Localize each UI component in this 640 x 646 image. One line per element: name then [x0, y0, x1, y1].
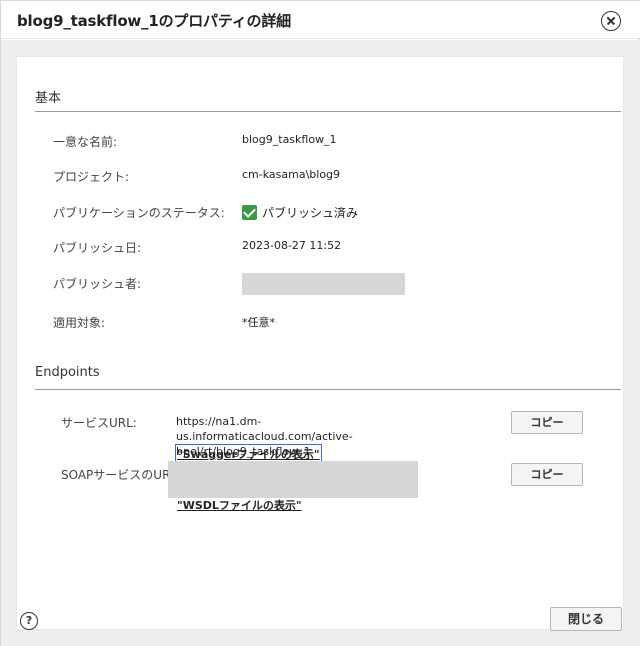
applies-to-label: 適用対象: — [53, 316, 106, 330]
close-icon[interactable] — [601, 11, 621, 31]
help-icon[interactable]: ? — [20, 612, 38, 630]
applies-to-value: *任意* — [242, 316, 275, 329]
copy-soap-url-button[interactable]: コピー — [511, 463, 583, 486]
section-title-endpoints: Endpoints — [35, 365, 100, 380]
publisher-redacted — [242, 273, 405, 295]
publisher-label: パブリッシュ者: — [53, 277, 142, 291]
publication-status-label: パブリケーションのステータス: — [53, 206, 225, 220]
section-divider — [35, 111, 621, 112]
project-label: プロジェクト: — [53, 170, 130, 184]
publication-status-value: パブリッシュ済み — [262, 206, 359, 220]
swagger-link[interactable]: "Swaggerファイルの表示" — [175, 444, 322, 464]
properties-dialog: blog9_taskflow_1のプロパティの詳細 基本 一意な名前: blog… — [0, 0, 640, 646]
soap-url-label: SOAPサービスのURL: — [61, 468, 182, 482]
section-title-basic: 基本 — [35, 91, 62, 106]
soap-url-redacted — [168, 461, 418, 498]
dialog-body: 基本 一意な名前: blog9_taskflow_1 プロジェクト: cm-ka… — [1, 40, 640, 646]
close-button[interactable]: 閉じる — [550, 607, 622, 631]
copy-service-url-button[interactable]: コピー — [511, 411, 583, 434]
published-date-label: パブリッシュ日: — [53, 241, 142, 255]
unique-name-label: 一意な名前: — [53, 135, 118, 149]
dialog-title: blog9_taskflow_1のプロパティの詳細 — [17, 12, 291, 30]
published-date-value: 2023-08-27 11:52 — [242, 239, 342, 252]
project-value: cm-kasama\blog9 — [242, 168, 341, 181]
dialog-header: blog9_taskflow_1のプロパティの詳細 — [1, 1, 640, 39]
section-divider — [35, 389, 621, 390]
service-url-label: サービスURL: — [61, 416, 137, 430]
checkbox-checked-icon — [242, 205, 257, 220]
unique-name-value: blog9_taskflow_1 — [242, 133, 337, 146]
properties-panel: 基本 一意な名前: blog9_taskflow_1 プロジェクト: cm-ka… — [17, 57, 623, 629]
wsdl-link[interactable]: "WSDLファイルの表示" — [177, 497, 302, 513]
